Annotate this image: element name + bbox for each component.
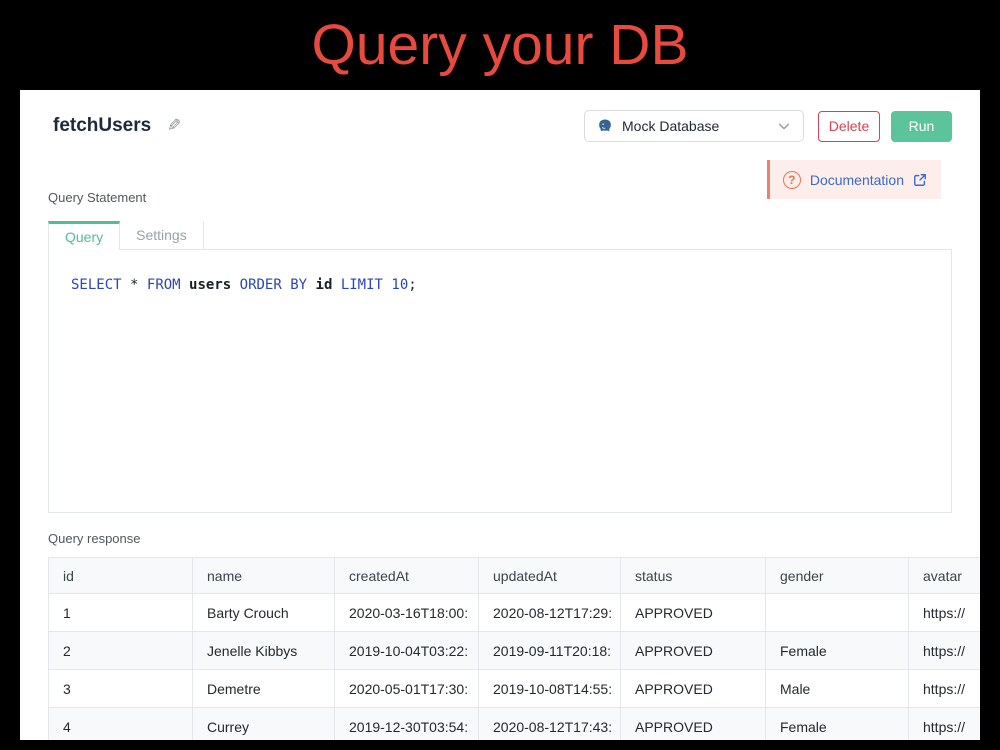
sql-token: SELECT [71, 277, 122, 293]
table-cell: Female [766, 632, 909, 670]
table-cell: 2020-08-12T17:29: [479, 594, 621, 632]
delete-button[interactable]: Delete [818, 111, 880, 142]
sql-token: id [316, 277, 333, 293]
table-cell: https:// [909, 708, 981, 741]
table-cell: 2019-10-04T03:22: [335, 632, 479, 670]
edit-name-pencil-icon[interactable]: ✎ [167, 116, 181, 136]
tab-settings[interactable]: Settings [120, 221, 204, 249]
header-controls: Mock Database Delete Run [584, 110, 952, 142]
column-header-id: id [49, 558, 193, 594]
sql-token: 10 [391, 277, 408, 293]
datasource-select[interactable]: Mock Database [584, 110, 804, 142]
sql-token: ; [408, 277, 416, 293]
table-row: 4Currey2019-12-30T03:54:2020-08-12T17:43… [49, 708, 981, 741]
editor-tabs: Query Settings [48, 221, 952, 250]
query-header-row: fetchUsers ✎ Mock Database Delete Run [53, 110, 952, 142]
table-cell [766, 594, 909, 632]
query-statement-label: Query Statement [48, 190, 146, 205]
column-header-updatedAt: updatedAt [479, 558, 621, 594]
open-doc-icon [913, 173, 927, 187]
sql-token: LIMIT [341, 277, 383, 293]
table-row: 3Demetre2020-05-01T17:30:2019-10-08T14:5… [49, 670, 981, 708]
table-cell: Barty Crouch [193, 594, 335, 632]
sql-token [122, 277, 130, 293]
table-cell: 2020-03-16T18:00: [335, 594, 479, 632]
column-header-status: status [621, 558, 766, 594]
sql-token [138, 277, 146, 293]
documentation-label: Documentation [810, 172, 904, 188]
tab-query[interactable]: Query [48, 221, 120, 250]
datasource-selected-label: Mock Database [622, 118, 768, 134]
table-cell: 4 [49, 708, 193, 741]
table-cell: Female [766, 708, 909, 741]
table-cell: https:// [909, 632, 981, 670]
sql-token [307, 277, 315, 293]
documentation-link[interactable]: ? Documentation [767, 160, 941, 199]
response-table: id name createdAt updatedAt status gende… [48, 557, 980, 740]
table-cell: Currey [193, 708, 335, 741]
query-name: fetchUsers [53, 115, 151, 137]
sql-token: users [189, 277, 231, 293]
table-cell: APPROVED [621, 670, 766, 708]
sql-token: ORDER BY [240, 277, 307, 293]
sql-token: FROM [147, 277, 181, 293]
column-header-name: name [193, 558, 335, 594]
table-row: 2Jenelle Kibbys2019-10-04T03:22:2019-09-… [49, 632, 981, 670]
table-cell: 2020-08-12T17:43: [479, 708, 621, 741]
table-cell: APPROVED [621, 708, 766, 741]
banner: Query your DB [0, 0, 1000, 90]
table-cell: https:// [909, 670, 981, 708]
table-cell: Jenelle Kibbys [193, 632, 335, 670]
table-cell: 3 [49, 670, 193, 708]
table-cell: 1 [49, 594, 193, 632]
page-title: Query your DB [312, 12, 689, 78]
sql-editor[interactable]: SELECT * FROM users ORDER BY id LIMIT 10… [48, 250, 952, 513]
table-cell: 2019-09-11T20:18: [479, 632, 621, 670]
tab-settings-label: Settings [136, 227, 187, 243]
table-row: 1Barty Crouch2020-03-16T18:00:2020-08-12… [49, 594, 981, 632]
sql-statement: SELECT * FROM users ORDER BY id LIMIT 10… [49, 250, 951, 293]
question-icon: ? [783, 171, 801, 189]
query-editor-panel: fetchUsers ✎ Mock Database Delete Run [20, 90, 980, 740]
sql-token [231, 277, 239, 293]
run-button[interactable]: Run [891, 111, 952, 142]
table-cell: 2020-05-01T17:30: [335, 670, 479, 708]
query-response-label: Query response [48, 531, 141, 546]
table-header-row: id name createdAt updatedAt status gende… [49, 558, 981, 594]
table-cell: Male [766, 670, 909, 708]
column-header-gender: gender [766, 558, 909, 594]
tab-query-label: Query [65, 229, 103, 245]
table-cell: Demetre [193, 670, 335, 708]
column-header-avatar: avatar [909, 558, 981, 594]
chevron-down-icon [777, 119, 791, 133]
column-header-createdAt: createdAt [335, 558, 479, 594]
table-cell: 2019-12-30T03:54: [335, 708, 479, 741]
table-cell: APPROVED [621, 632, 766, 670]
sql-token [332, 277, 340, 293]
table-cell: APPROVED [621, 594, 766, 632]
table-cell: https:// [909, 594, 981, 632]
table-cell: 2 [49, 632, 193, 670]
table-cell: 2019-10-08T14:55: [479, 670, 621, 708]
postgresql-icon [597, 118, 613, 134]
response-table-container[interactable]: id name createdAt updatedAt status gende… [48, 557, 980, 740]
sql-token [181, 277, 189, 293]
